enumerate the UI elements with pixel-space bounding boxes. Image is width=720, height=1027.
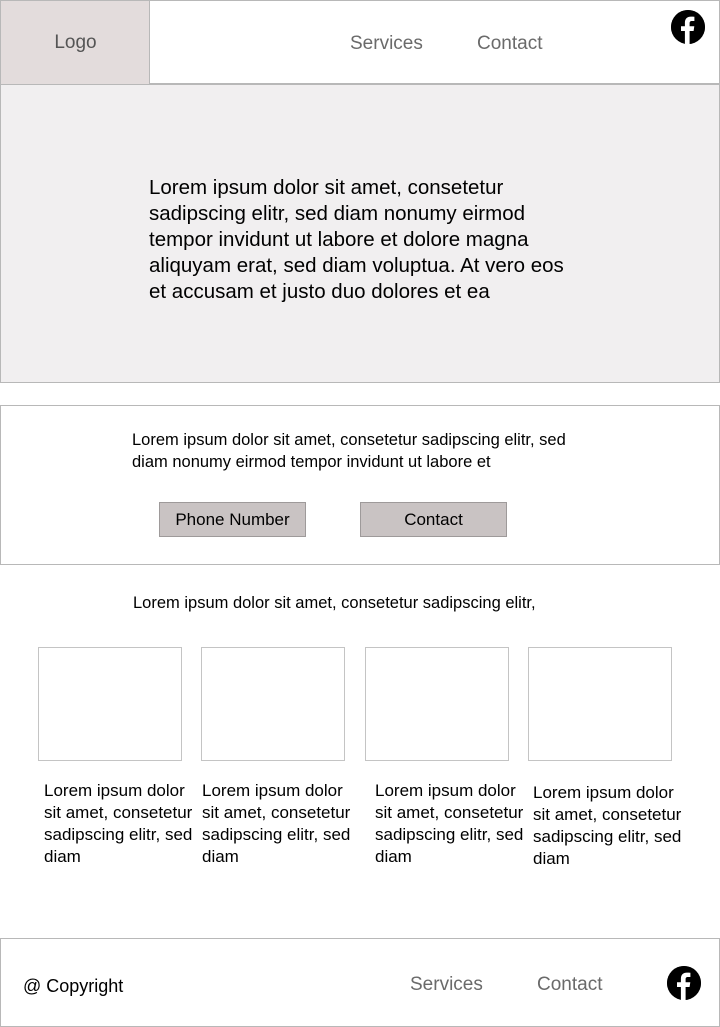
card-image-placeholder	[365, 647, 509, 761]
cards-section-heading: Lorem ipsum dolor sit amet, consetetur s…	[133, 594, 536, 612]
card-text: Lorem ipsum dolor sit amet, consetetur s…	[375, 781, 524, 866]
logo[interactable]: Logo	[1, 1, 150, 84]
footer-contact-link[interactable]: Contact	[537, 974, 602, 996]
facebook-icon[interactable]	[667, 966, 701, 1000]
contact-band: Lorem ipsum dolor sit amet, consetetur s…	[0, 405, 720, 565]
hero-text: Lorem ipsum dolor sit amet, consetetur s…	[149, 176, 564, 303]
card-image-placeholder	[528, 647, 672, 761]
phone-number-button[interactable]: Phone Number	[159, 502, 306, 537]
logo-text: Logo	[54, 32, 97, 53]
card-image-placeholder	[38, 647, 182, 761]
card-image-placeholder	[201, 647, 345, 761]
facebook-icon[interactable]	[671, 10, 705, 44]
footer-services-link[interactable]: Services	[410, 974, 483, 996]
copyright-text: @ Copyright	[23, 976, 124, 996]
card-text: Lorem ipsum dolor sit amet, consetetur s…	[533, 783, 682, 868]
card-text: Lorem ipsum dolor sit amet, consetetur s…	[44, 781, 193, 866]
site-footer: @ Copyright Services Contact	[0, 938, 720, 1027]
nav-services-link[interactable]: Services	[350, 33, 423, 55]
contact-button[interactable]: Contact	[360, 502, 507, 537]
contact-band-text: Lorem ipsum dolor sit amet, consetetur s…	[132, 431, 566, 471]
site-header: Logo Services Contact	[0, 0, 720, 84]
nav-contact-link[interactable]: Contact	[477, 33, 542, 55]
card-text: Lorem ipsum dolor sit amet, consetetur s…	[202, 781, 351, 866]
hero-section: Lorem ipsum dolor sit amet, consetetur s…	[0, 84, 720, 383]
